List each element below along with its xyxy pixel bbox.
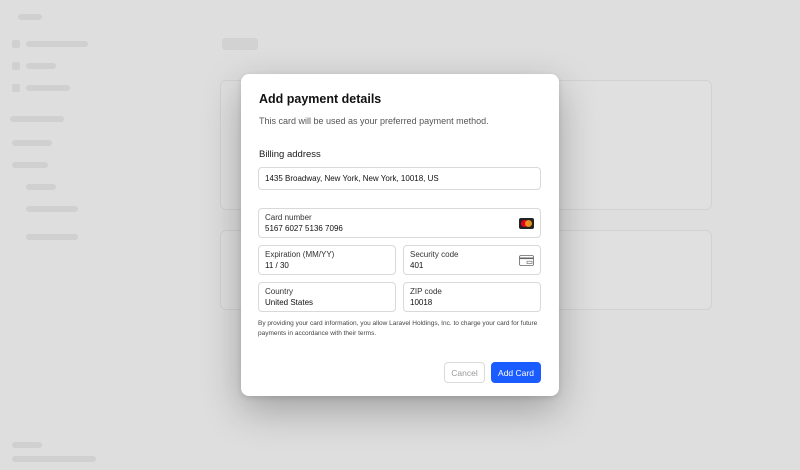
expiration-label: Expiration (MM/YY) — [265, 250, 335, 259]
expiration-value: 11 / 30 — [265, 261, 289, 270]
cancel-button[interactable]: Cancel — [444, 362, 485, 383]
security-code-label: Security code — [410, 250, 459, 259]
zip-code-field[interactable]: ZIP code 10018 — [403, 282, 541, 312]
card-number-field[interactable]: Card number 5167 6027 5136 7096 — [258, 208, 541, 238]
modal-subtitle: This card will be used as your preferred… — [259, 116, 489, 126]
billing-address-label: Billing address — [259, 149, 321, 160]
country-label: Country — [265, 287, 294, 296]
mastercard-icon — [519, 218, 534, 229]
add-payment-modal: Add payment details This card will be us… — [241, 74, 559, 396]
card-number-value: 5167 6027 5136 7096 — [265, 224, 343, 233]
add-card-button[interactable]: Add Card — [491, 362, 541, 383]
security-code-value: 401 — [410, 261, 424, 270]
card-cvc-icon — [519, 255, 534, 266]
modal-title: Add payment details — [259, 92, 382, 106]
payment-disclaimer: By providing your card information, you … — [258, 320, 538, 337]
billing-address-value: 1435 Broadway, New York, New York, 10018… — [265, 174, 439, 183]
security-code-field[interactable]: Security code 401 — [403, 245, 541, 275]
country-select[interactable]: Country United States — [258, 282, 396, 312]
zip-code-label: ZIP code — [410, 287, 442, 296]
country-value: United States — [265, 298, 314, 307]
zip-code-value: 10018 — [410, 298, 433, 307]
expiration-field[interactable]: Expiration (MM/YY) 11 / 30 — [258, 245, 396, 275]
card-number-label: Card number — [265, 213, 312, 222]
billing-address-input[interactable]: 1435 Broadway, New York, New York, 10018… — [258, 167, 541, 190]
